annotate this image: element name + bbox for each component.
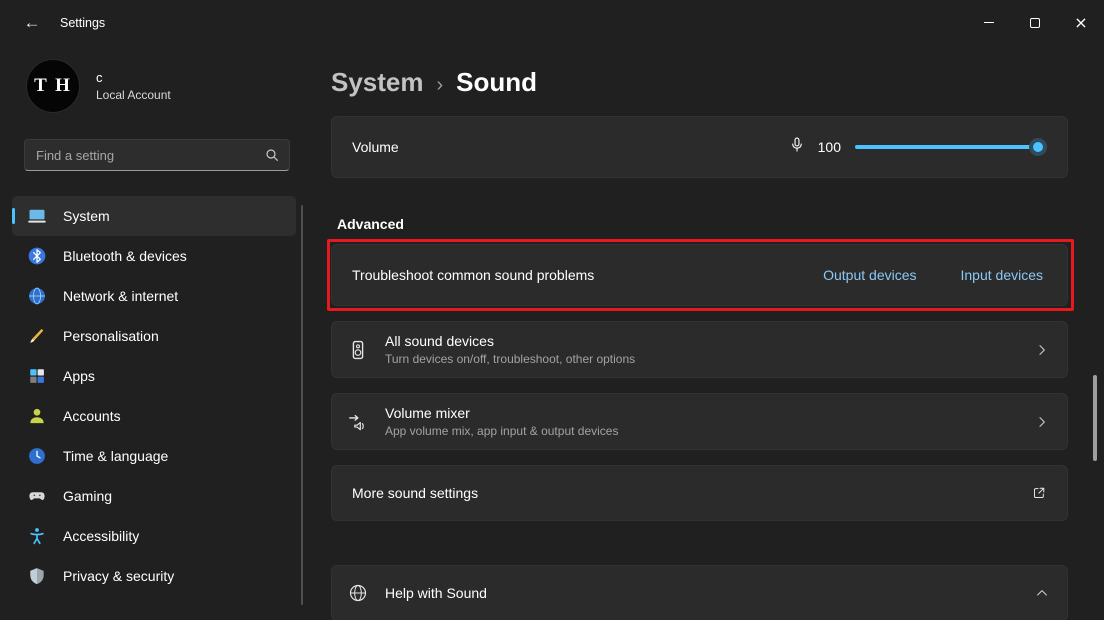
main-content: System › Sound Volume 100 Advanced Troub…: [331, 45, 1068, 620]
input-devices-link[interactable]: Input devices: [961, 267, 1044, 283]
microphone-icon: [788, 136, 806, 159]
minimize-icon: [984, 22, 994, 23]
shield-icon: [27, 566, 47, 586]
maximize-button[interactable]: [1012, 0, 1058, 45]
close-button[interactable]: ×: [1058, 0, 1104, 45]
troubleshoot-links: Output devices Input devices: [823, 267, 1043, 283]
minimize-button[interactable]: [966, 0, 1012, 45]
user-meta: c Local Account: [96, 70, 171, 102]
paintbrush-icon: [27, 326, 47, 346]
volume-value: 100: [818, 139, 841, 155]
close-icon: ×: [1074, 15, 1087, 31]
sidebar-item-label: Bluetooth & devices: [63, 248, 187, 264]
all-sound-devices-text: All sound devices Turn devices on/off, t…: [385, 333, 635, 366]
sidebar-item-label: System: [63, 208, 110, 224]
user-name: c: [96, 70, 171, 85]
user-profile[interactable]: T H c Local Account: [0, 45, 312, 127]
chevron-right-icon: [1035, 343, 1049, 357]
user-account-type: Local Account: [96, 88, 171, 102]
sidebar-item-label: Accessibility: [63, 528, 139, 544]
sidebar-item-accessibility[interactable]: Accessibility: [12, 516, 296, 556]
sidebar-item-label: Time & language: [63, 448, 168, 464]
bluetooth-icon: [27, 246, 47, 266]
sidebar-item-privacy-security[interactable]: Privacy & security: [12, 556, 296, 596]
more-sound-settings-label: More sound settings: [352, 485, 1031, 501]
sidebar-nav: System Bluetooth & devices Network & int…: [0, 196, 312, 596]
breadcrumb-separator: ›: [437, 74, 444, 97]
back-arrow-icon: ←: [24, 13, 41, 33]
volume-label: Volume: [352, 139, 788, 155]
avatar: T H: [26, 59, 80, 113]
all-sound-devices-row[interactable]: All sound devices Turn devices on/off, t…: [331, 321, 1068, 378]
globe-network-icon: [27, 286, 47, 306]
display-icon: [27, 206, 47, 226]
sidebar-item-label: Personalisation: [63, 328, 159, 344]
accessibility-icon: [27, 526, 47, 546]
search-input[interactable]: [25, 140, 289, 170]
page-title: Sound: [456, 67, 537, 98]
row-title: All sound devices: [385, 333, 635, 349]
maximize-icon: [1030, 18, 1040, 28]
row-title: Volume mixer: [385, 405, 618, 421]
help-globe-icon: [346, 581, 370, 605]
sidebar-item-network-internet[interactable]: Network & internet: [12, 276, 296, 316]
troubleshoot-card: Troubleshoot common sound problems Outpu…: [331, 244, 1068, 306]
sidebar-item-personalisation[interactable]: Personalisation: [12, 316, 296, 356]
sidebar-item-system[interactable]: System: [12, 196, 296, 236]
clock-icon: [27, 446, 47, 466]
volume-slider-track: [855, 145, 1047, 149]
sidebar-item-time-language[interactable]: Time & language: [12, 436, 296, 476]
app-title: Settings: [60, 16, 105, 30]
external-link-icon: [1031, 485, 1047, 501]
sidebar-item-apps[interactable]: Apps: [12, 356, 296, 396]
back-button[interactable]: ←: [12, 5, 52, 41]
sidebar-scrollbar[interactable]: [301, 205, 303, 605]
volume-mixer-text: Volume mixer App volume mix, app input &…: [385, 405, 618, 438]
volume-mixer-icon: [346, 410, 370, 434]
sidebar-item-label: Network & internet: [63, 288, 178, 304]
main-scrollbar[interactable]: [1093, 375, 1097, 461]
advanced-section-header: Advanced: [331, 216, 1068, 232]
sidebar-item-label: Accounts: [63, 408, 121, 424]
row-subtitle: Turn devices on/off, troubleshoot, other…: [385, 352, 635, 366]
chevron-right-icon: [1035, 415, 1049, 429]
person-icon: [27, 406, 47, 426]
sidebar-item-bluetooth-devices[interactable]: Bluetooth & devices: [12, 236, 296, 276]
window-controls: ×: [966, 0, 1104, 45]
help-with-sound-row[interactable]: Help with Sound: [331, 565, 1068, 620]
volume-mixer-row[interactable]: Volume mixer App volume mix, app input &…: [331, 393, 1068, 450]
troubleshoot-label: Troubleshoot common sound problems: [352, 267, 823, 283]
volume-slider[interactable]: [855, 138, 1047, 156]
sidebar-item-gaming[interactable]: Gaming: [12, 476, 296, 516]
search-icon[interactable]: [264, 147, 280, 168]
row-subtitle: App volume mix, app input & output devic…: [385, 424, 618, 438]
settings-window: ← Settings × T H c Local Account: [0, 0, 1104, 620]
chevron-up-icon[interactable]: [1035, 586, 1049, 600]
breadcrumb-system[interactable]: System: [331, 67, 424, 98]
sidebar-item-accounts[interactable]: Accounts: [12, 396, 296, 436]
breadcrumb: System › Sound: [331, 67, 1068, 98]
output-devices-link[interactable]: Output devices: [823, 267, 916, 283]
volume-slider-thumb[interactable]: [1029, 138, 1047, 156]
titlebar: ← Settings ×: [0, 0, 1104, 45]
sidebar: T H c Local Account System: [0, 45, 312, 596]
gamepad-icon: [27, 486, 47, 506]
sidebar-item-label: Privacy & security: [63, 568, 174, 584]
sidebar-item-label: Apps: [63, 368, 95, 384]
more-sound-settings-row[interactable]: More sound settings: [331, 465, 1068, 521]
help-title: Help with Sound: [385, 585, 487, 601]
speaker-device-icon: [346, 338, 370, 362]
apps-grid-icon: [27, 366, 47, 386]
search-box: [24, 139, 290, 171]
volume-card: Volume 100: [331, 116, 1068, 178]
sidebar-item-label: Gaming: [63, 488, 112, 504]
troubleshoot-row-wrap: Troubleshoot common sound problems Outpu…: [331, 244, 1068, 306]
